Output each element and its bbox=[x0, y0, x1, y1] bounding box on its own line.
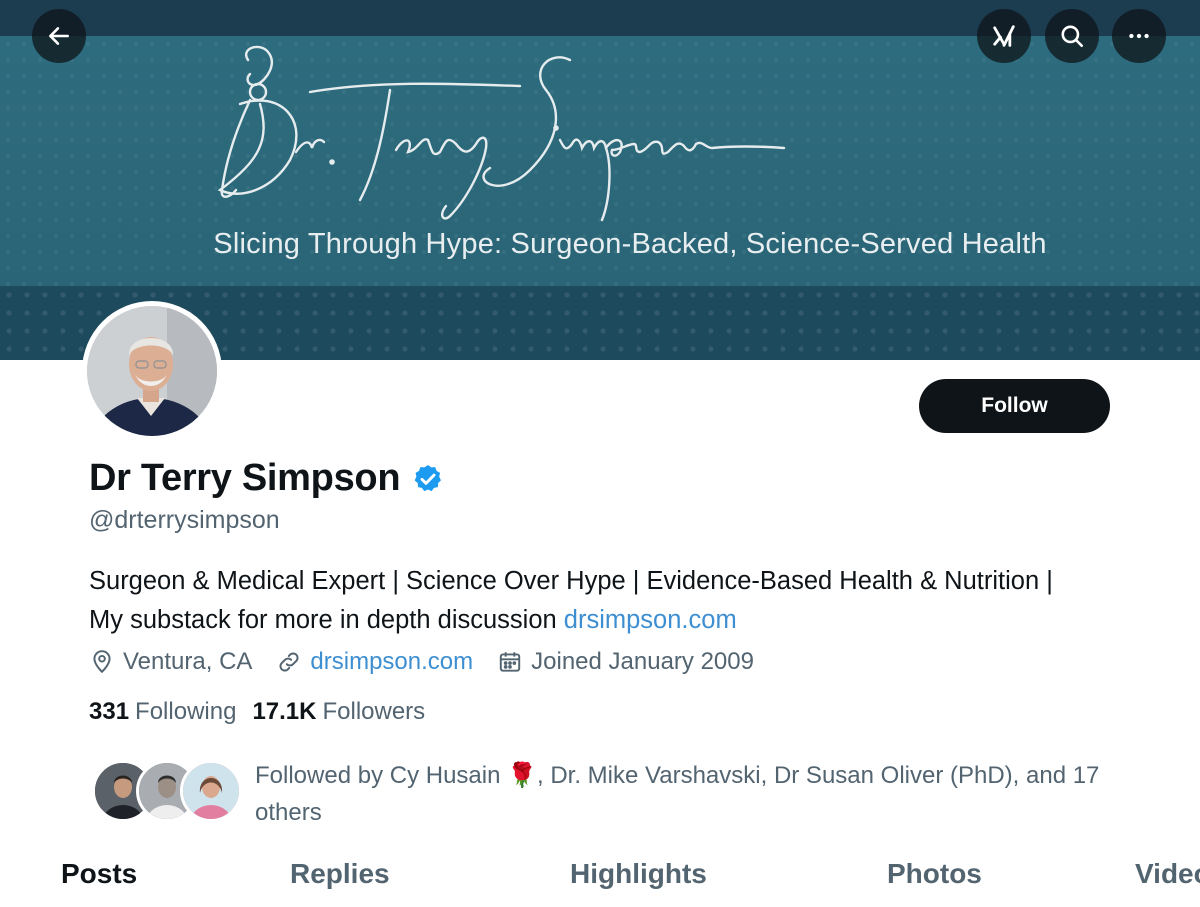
followed-by-avatars[interactable] bbox=[92, 760, 242, 826]
link-icon bbox=[279, 652, 299, 672]
tab-videos[interactable]: Videos bbox=[1135, 858, 1200, 890]
profile-name: Dr Terry Simpson bbox=[89, 457, 401, 499]
tab-replies[interactable]: Replies bbox=[290, 858, 390, 890]
more-button[interactable] bbox=[1112, 9, 1166, 63]
profile-meta: Ventura, CA drsimpson.com Joined January… bbox=[89, 648, 778, 676]
follower-avatar bbox=[180, 760, 242, 822]
followed-by-prefix: Followed by Cy Husain bbox=[255, 762, 508, 789]
joined-text: Joined January 2009 bbox=[531, 648, 754, 675]
following-stat[interactable]: 331 Following bbox=[89, 698, 236, 726]
followers-stat[interactable]: 17.1K Followers bbox=[252, 698, 425, 726]
followed-by-text[interactable]: Followed by Cy Husain 🌹, Dr. Mike Varsha… bbox=[255, 757, 1115, 831]
followers-count: 17.1K bbox=[252, 698, 317, 725]
followers-label: Followers bbox=[322, 698, 426, 725]
following-count: 331 bbox=[89, 698, 130, 725]
back-button[interactable] bbox=[32, 9, 86, 63]
tab-highlights[interactable]: Highlights bbox=[570, 858, 707, 890]
tab-posts[interactable]: Posts bbox=[61, 858, 137, 890]
following-label: Following bbox=[135, 698, 237, 725]
profile-handle: @drterrysimpson bbox=[89, 506, 280, 534]
website-link[interactable]: drsimpson.com bbox=[310, 648, 473, 676]
profile-bio: Surgeon & Medical Expert | Science Over … bbox=[89, 562, 1089, 640]
grok-button[interactable] bbox=[977, 9, 1031, 63]
profile-stats: 331 Following 17.1K Followers bbox=[89, 698, 441, 726]
website-item[interactable]: drsimpson.com bbox=[276, 648, 473, 676]
signature-logo bbox=[217, 45, 786, 222]
location-pin-icon bbox=[93, 650, 111, 674]
search-icon bbox=[1061, 25, 1084, 48]
verified-badge-icon[interactable] bbox=[412, 463, 444, 495]
grok-icon bbox=[993, 25, 1015, 47]
search-button[interactable] bbox=[1045, 9, 1099, 63]
avatar-photo bbox=[87, 306, 217, 436]
banner-tagline: Slicing Through Hype: Surgeon-Backed, Sc… bbox=[213, 228, 1047, 260]
tab-photos[interactable]: Photos bbox=[887, 858, 982, 890]
rose-emoji: 🌹 bbox=[507, 762, 537, 789]
follow-button[interactable]: Follow bbox=[919, 379, 1110, 433]
profile-name-row: Dr Terry Simpson bbox=[89, 457, 444, 500]
profile-tabs: Posts Replies Highlights Photos Videos bbox=[0, 852, 1200, 907]
location-text: Ventura, CA bbox=[123, 648, 253, 675]
calendar-icon bbox=[499, 652, 521, 672]
profile-avatar[interactable] bbox=[82, 301, 222, 441]
location-item: Ventura, CA bbox=[89, 648, 252, 676]
joined-item: Joined January 2009 bbox=[497, 648, 754, 676]
bio-link[interactable]: drsimpson.com bbox=[564, 606, 737, 634]
more-horizontal-icon bbox=[1129, 33, 1149, 39]
arrow-left-icon bbox=[49, 27, 69, 45]
